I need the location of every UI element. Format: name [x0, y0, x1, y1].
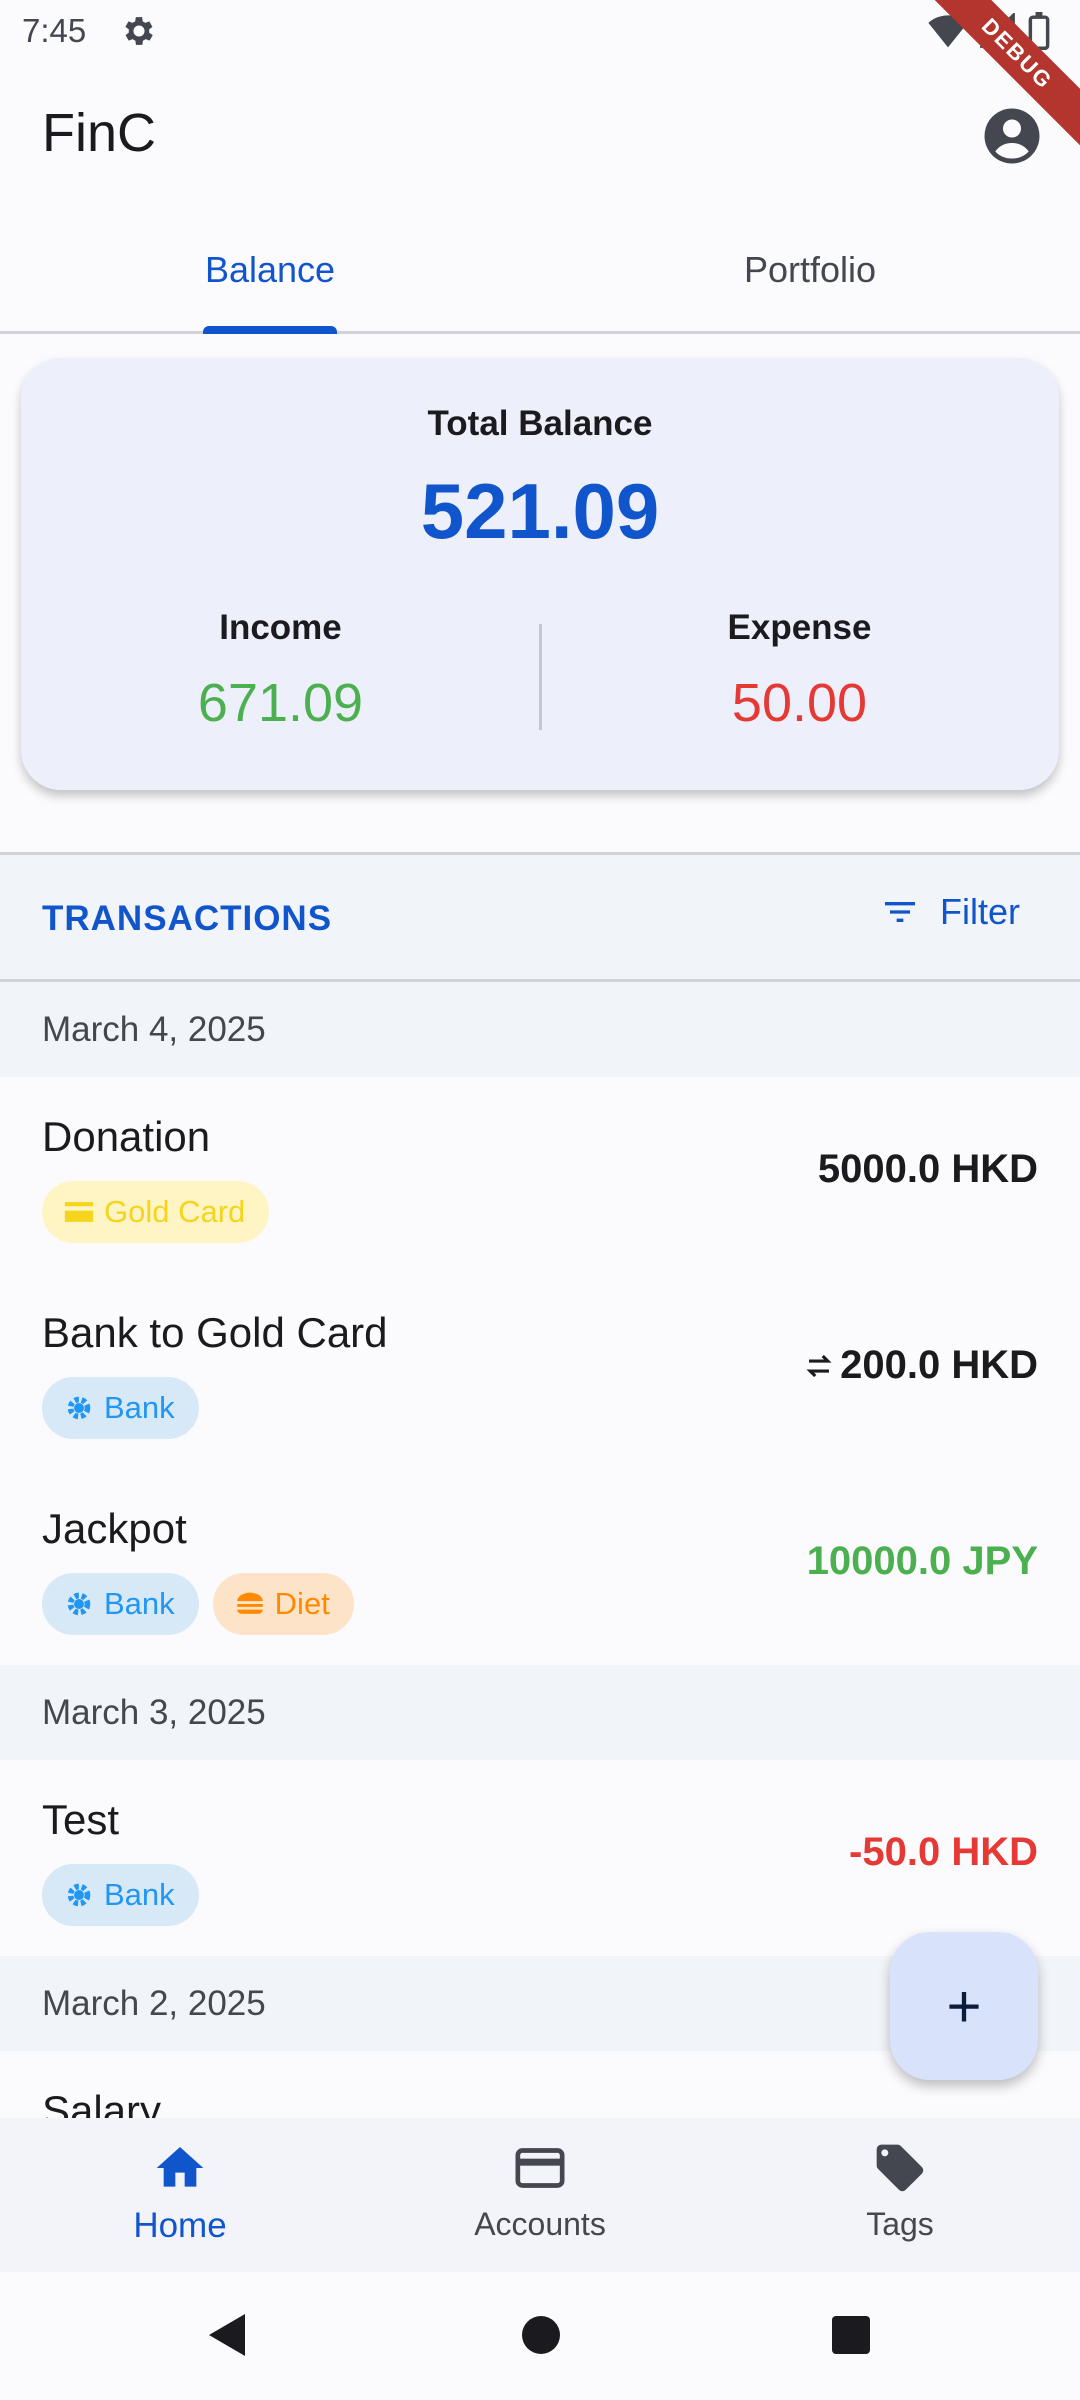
tag-chip-label: Bank [104, 1390, 175, 1425]
tab-balance[interactable]: Balance [0, 220, 540, 334]
expense-label: Expense [727, 608, 872, 647]
back-icon[interactable] [205, 2310, 249, 2360]
settings-gear-icon [125, 17, 153, 45]
transaction-name: Jackpot [42, 1505, 187, 1552]
expense-summary: Expense 50.00 [540, 608, 1059, 734]
transaction-name: Test [42, 1796, 120, 1843]
transaction-tags: Gold Card [42, 1181, 270, 1243]
tag-chip-label: Gold Card [104, 1194, 246, 1229]
nav-accounts-label: Accounts [474, 2206, 606, 2242]
tag-icon [876, 2144, 924, 2192]
filter-icon [885, 902, 915, 922]
balance-card: Total Balance 521.09 Income 671.09 Expen… [21, 358, 1059, 790]
burger-icon [236, 1592, 263, 1614]
income-value: 671.09 [197, 673, 364, 733]
add-icon: + [946, 1972, 982, 2040]
bank-gear-icon [67, 1883, 91, 1907]
nav-home[interactable]: Home [0, 2118, 360, 2272]
status-time: 7:45 [22, 12, 87, 49]
nav-tags[interactable]: Tags [720, 2118, 1080, 2272]
tag-chip: Gold Card [42, 1181, 270, 1243]
total-balance-value: 521.09 [420, 467, 660, 555]
transaction-name: Salary [42, 2087, 162, 2118]
transaction-row[interactable]: Donation Gold Card 5000.0 HKD [0, 1077, 1080, 1273]
app-title: FinC [42, 103, 157, 163]
transaction-amount: 5000.0 HKD [818, 1147, 1038, 1192]
tab-indicator [203, 326, 337, 334]
credit-card-icon [64, 1202, 94, 1222]
bottom-navigation: Home Accounts Tags [0, 2118, 1080, 2272]
transaction-amount: 200.0 HKD [804, 1343, 1038, 1388]
bank-gear-icon [67, 1396, 91, 1420]
filter-button[interactable]: Filter [880, 891, 1020, 933]
home-icon [156, 2147, 204, 2187]
nav-accounts[interactable]: Accounts [360, 2118, 720, 2272]
tag-chip: Diet [212, 1573, 354, 1635]
tag-chip: Bank [42, 1864, 199, 1926]
transaction-name: Bank to Gold Card [42, 1309, 388, 1356]
transaction-amount: 10000.0 JPY [807, 1539, 1038, 1584]
transactions-header: TRANSACTIONS Filter [0, 852, 1080, 982]
status-bar: 7:45 [0, 0, 1080, 62]
account-circle-icon[interactable] [982, 106, 1042, 166]
transaction-row[interactable]: Bank to Gold Card Bank 200.0 HKD [0, 1273, 1080, 1469]
transaction-name: Donation [42, 1113, 211, 1160]
tab-balance-label: Balance [204, 249, 336, 290]
tag-chip-label: Bank [104, 1586, 175, 1621]
tab-portfolio[interactable]: Portfolio [540, 220, 1080, 331]
system-navigation-bar [0, 2272, 1080, 2400]
income-summary: Income 671.09 [21, 608, 540, 734]
tag-chip: Bank [42, 1573, 199, 1635]
date-header: March 3, 2025 [0, 1665, 1080, 1760]
date-header: March 4, 2025 [0, 982, 1080, 1077]
tab-bar: Balance Portfolio [0, 220, 1080, 334]
transfer-arrows-icon [806, 1354, 832, 1377]
filter-label: Filter [940, 891, 1020, 932]
add-transaction-button[interactable]: + [890, 1932, 1038, 2080]
transaction-amount-text: 10000.0 JPY [806, 1539, 1038, 1583]
transaction-row[interactable]: Test Bank -50.0 HKD [0, 1760, 1080, 1956]
transaction-tags: Bank [42, 1377, 199, 1439]
tab-portfolio-label: Portfolio [743, 249, 877, 290]
transaction-tags: Bank [42, 1864, 199, 1926]
recents-square-icon[interactable] [830, 2310, 872, 2360]
total-balance-label: Total Balance [427, 404, 653, 443]
nav-tags-label: Tags [866, 2206, 934, 2242]
nav-home-label: Home [133, 2206, 227, 2245]
transaction-amount-text: 200.0 HKD [840, 1343, 1038, 1387]
home-circle-icon[interactable] [520, 2310, 562, 2360]
tag-chip: Bank [42, 1377, 199, 1439]
transaction-amount-text: 5000.0 HKD [817, 1147, 1038, 1191]
bank-gear-icon [67, 1592, 91, 1616]
expense-value: 50.00 [731, 673, 868, 733]
income-label: Income [219, 608, 342, 647]
tag-chip-label: Bank [104, 1877, 175, 1912]
transactions-title: TRANSACTIONS [42, 899, 333, 938]
credit-card-icon [515, 2148, 565, 2188]
tag-chip-label: Diet [274, 1586, 330, 1621]
transaction-tags: Bank Diet [42, 1573, 354, 1635]
transaction-amount: -50.0 HKD [849, 1830, 1038, 1875]
transaction-amount-text: -50.0 HKD [849, 1830, 1038, 1874]
transaction-row[interactable]: Jackpot Bank Diet 10000.0 JPY [0, 1469, 1080, 1665]
app-bar: FinC [0, 80, 1080, 190]
